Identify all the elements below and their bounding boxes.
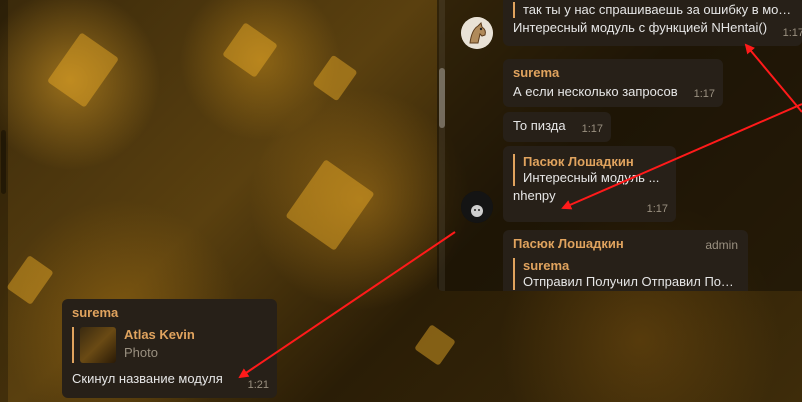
reply-author: Atlas Kevin: [124, 327, 195, 342]
message-bubble[interactable]: То пизда 1:17: [503, 112, 611, 142]
background-shard: [222, 22, 278, 78]
message-time: 1:21: [247, 379, 269, 391]
reply-media-label: Photo: [124, 345, 158, 360]
horse-avatar-icon: [461, 17, 493, 49]
message-text: А если несколько запросов: [513, 84, 678, 99]
sender-name[interactable]: Пасюк Лошадкин: [513, 236, 738, 252]
background-shard: [414, 324, 456, 366]
message-time: 1:17: [693, 88, 715, 100]
avatar-horse[interactable]: [461, 17, 493, 49]
message-text: Скинул название модуля: [72, 371, 223, 386]
message-time: 1:17: [646, 203, 668, 215]
message-time: 1:17: [581, 123, 603, 135]
reply-preview[interactable]: Пасюк Лошадкин Интересный модуль ...: [513, 154, 666, 186]
main-message-bubble[interactable]: surema Atlas Kevin Photo Скинул название…: [62, 299, 277, 398]
left-panel-edge: [0, 0, 8, 402]
reply-author: surema: [523, 258, 570, 273]
message-bubble[interactable]: Пасюк Лошадкин Интересный модуль ... nhe…: [503, 146, 676, 222]
reply-preview[interactable]: surema Отправил Получил Отправил Пол...: [513, 258, 738, 290]
sender-name[interactable]: surema: [72, 305, 267, 321]
photo-thumbnail[interactable]: [80, 327, 116, 363]
popup-scrollbar-track[interactable]: [439, 0, 445, 291]
admin-badge: admin: [705, 238, 738, 252]
chat-popup: так ты у нас спрашиваешь за ошибку в мод…: [437, 0, 802, 291]
message-bubble[interactable]: Пасюк Лошадкин admin surema Отправил Пол…: [503, 230, 748, 291]
background-shard: [312, 54, 358, 102]
background-shard: [46, 32, 120, 108]
background-shard: [6, 255, 54, 305]
message-time: 1:17: [782, 27, 802, 39]
message-bubble[interactable]: surema А если несколько запросов 1:17: [503, 59, 723, 107]
message-text: nhenpy: [513, 188, 556, 203]
background-shard: [285, 159, 375, 251]
reply-preview[interactable]: так ты у нас спрашиваешь за ошибку в мод…: [513, 2, 792, 18]
reply-text: Интересный модуль ...: [523, 170, 660, 185]
avatar-dark[interactable]: [461, 191, 493, 223]
message-bubble[interactable]: так ты у нас спрашиваешь за ошибку в мод…: [503, 0, 802, 46]
user-avatar-icon: [461, 191, 493, 223]
sender-name[interactable]: surema: [513, 65, 713, 81]
reply-author: Пасюк Лошадкин: [523, 154, 634, 169]
reply-text: так ты у нас спрашиваешь за ошибку в мод…: [523, 2, 792, 17]
popup-scrollbar-thumb[interactable]: [439, 68, 445, 128]
left-scrollbar-thumb[interactable]: [1, 130, 6, 194]
message-text: Интересный модуль с функцией NHentai(): [513, 20, 768, 35]
reply-text: Отправил Получил Отправил Пол...: [523, 274, 738, 289]
reply-preview[interactable]: Atlas Kevin Photo: [72, 327, 267, 363]
